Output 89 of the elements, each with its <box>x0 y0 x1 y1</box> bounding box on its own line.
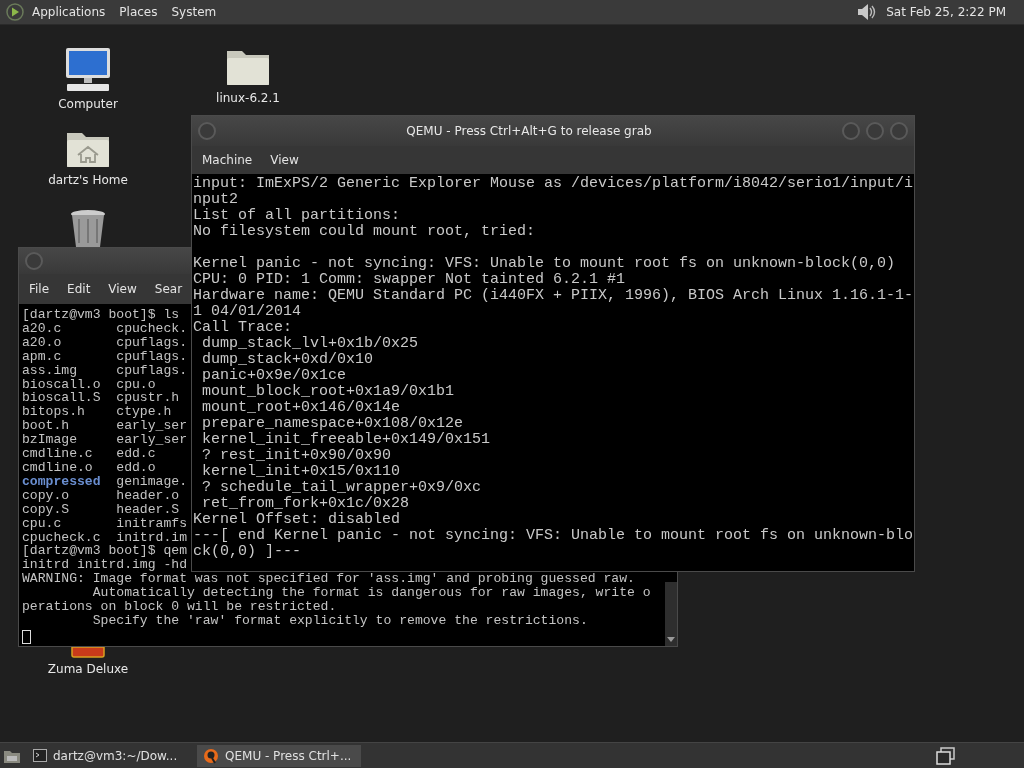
file-name: bitops.h <box>22 405 86 420</box>
panel-menu[interactable]: System <box>171 5 217 19</box>
console-line: 1 04/01/2014 <box>193 304 303 320</box>
terminal-icon <box>33 749 47 762</box>
console-line: ? rest_init+0x90/0x90 <box>201 448 393 464</box>
window-list-icon[interactable] <box>936 746 956 765</box>
terminal-line: [dartz@vm3 boot]$ ls <box>22 308 180 322</box>
console-line: mount_root+0x146/0x14e <box>201 400 402 416</box>
icon-label[interactable]: Computer <box>58 97 118 111</box>
file-name: edd.o <box>116 460 156 475</box>
terminal-line: perations on block 0 will be restricted. <box>22 600 337 614</box>
menu-item[interactable]: Machine <box>202 153 253 167</box>
console-line: CPU: 0 PID: 1 Comm: swapper Not tainted 6.2.1 #1 <box>193 272 627 288</box>
console-line: Call Trace: <box>193 320 294 336</box>
file-name: boot.h <box>22 419 71 434</box>
icon-label[interactable]: linux-6.2.1 <box>216 91 280 105</box>
file-name: cpucheck.c <box>22 530 102 545</box>
game-icon[interactable] <box>70 647 106 658</box>
console-line: dump_stack+0xd/0x10 <box>201 352 375 368</box>
file-name: a20.c <box>22 321 62 336</box>
console-line: input: ImExPS/2 Generic Explorer Mouse as /devices/platform/i8042/serio1/input/i <box>193 176 914 192</box>
console-line: panic+0x9e/0x1ce <box>201 368 348 384</box>
console-line: kernel_init_freeable+0x149/0x151 <box>201 432 492 448</box>
file-name: bioscall.S <box>22 391 102 406</box>
panel-menu[interactable]: Applications <box>32 5 106 19</box>
menu-item[interactable]: View <box>108 282 137 296</box>
menu-item[interactable]: View <box>270 153 299 167</box>
text-cursor <box>22 629 31 644</box>
file-name: header.S <box>116 502 180 517</box>
file-name: bzImage <box>22 433 78 448</box>
file-name: ctype.h <box>116 405 172 420</box>
file-name: genimage. <box>116 474 187 489</box>
menu-item[interactable]: Edit <box>67 282 91 296</box>
icon-label[interactable]: dartz's Home <box>48 173 128 187</box>
menu-item[interactable]: Sear <box>154 282 183 296</box>
console-line: Hardware name: QEMU Standard PC (i440FX + PIIX, 1996), BIOS Arch Linux 1.16.1-1- <box>193 288 914 304</box>
file-name: copy.S <box>22 502 71 517</box>
file-name: early_ser <box>116 433 187 448</box>
terminal-line: [dartz@vm3 boot]$ qem <box>22 544 187 559</box>
panel-menu[interactable]: Places <box>119 5 158 19</box>
trash-icon[interactable] <box>69 209 107 247</box>
file-name: cpuflags. <box>116 349 187 364</box>
console-line: List of all partitions: <box>193 208 402 224</box>
console-line: nput2 <box>193 192 239 208</box>
console-line: No filesystem could mount root, tried: <box>193 224 537 240</box>
file-name: cpu.o <box>116 377 156 392</box>
computer-icon[interactable] <box>64 47 112 93</box>
console-line: Kernel panic - not syncing: VFS: Unable to mount root fs on unknown-block(0,0) <box>193 256 897 272</box>
window-title: QEMU - Press Ctrl+Alt+G to release grab <box>405 124 653 138</box>
clock[interactable]: Sat Feb 25, 2:22 PM <box>886 5 1006 19</box>
terminal-line: initrd initrd.img -hd <box>22 558 187 573</box>
console-line: mount_block_root+0x1a9/0x1b1 <box>201 384 456 400</box>
file-name: edd.c <box>116 447 156 461</box>
taskbar-button[interactable]: dartz@vm3:~/Dow... <box>27 744 191 767</box>
file-name: cpu.c <box>22 516 62 531</box>
file-name: cpuflags. <box>116 335 187 350</box>
file-name: ass.img <box>22 363 77 378</box>
file-name: initramfs <box>116 516 187 531</box>
file-name: header.o <box>116 488 180 503</box>
file-name: compressed <box>22 474 102 489</box>
file-name: a20.o <box>22 335 63 350</box>
taskbar-button[interactable]: QEMU - Press Ctrl+... <box>197 744 361 767</box>
file-name: cpuflags. <box>116 363 187 378</box>
file-name: cpucheck. <box>116 321 187 336</box>
terminal-line: Automatically detecting the format is dangerous for raw images, write o <box>91 586 651 601</box>
file-name: cpustr.h <box>116 391 180 406</box>
file-name: apm.c <box>22 349 63 364</box>
file-name: copy.o <box>22 488 70 503</box>
console-line: prepare_namespace+0x108/0x12e <box>201 416 465 432</box>
scrollbar[interactable] <box>665 582 677 646</box>
console-line: ret_from_fork+0x1c/0x28 <box>201 496 411 512</box>
app-menu-icon[interactable] <box>6 3 24 21</box>
console-line: ? schedule_tail_wrapper+0x9/0xc <box>201 480 483 496</box>
terminal-line: WARNING: Image format was not specified for 'ass.img' and probing guessed raw. <box>22 572 635 587</box>
console-line: ---[ end Kernel panic - not syncing: VFS: Unable to mount root fs on unknown-blo <box>193 528 914 544</box>
qemu-icon <box>203 747 219 764</box>
file-name: initrd.im <box>116 530 187 545</box>
scroll-down-icon[interactable] <box>667 637 675 642</box>
menu-item[interactable]: File <box>29 282 50 296</box>
console-line: dump_stack_lvl+0x1b/0x25 <box>201 336 420 352</box>
file-name: cmdline.c <box>22 447 94 461</box>
console-line: kernel_init+0x15/0x110 <box>201 464 402 480</box>
terminal-line: Specify the 'raw' format explicitly to remove the restrictions. <box>92 613 588 628</box>
console-line: ck(0,0) ]--- <box>193 544 303 560</box>
icon-label[interactable]: Zuma Deluxe <box>47 662 129 676</box>
file-name: bioscall.o <box>22 377 102 392</box>
file-name: cmdline.o <box>22 460 94 475</box>
console-line: Kernel Offset: disabled <box>193 512 402 528</box>
file-name: early_ser <box>116 419 187 434</box>
